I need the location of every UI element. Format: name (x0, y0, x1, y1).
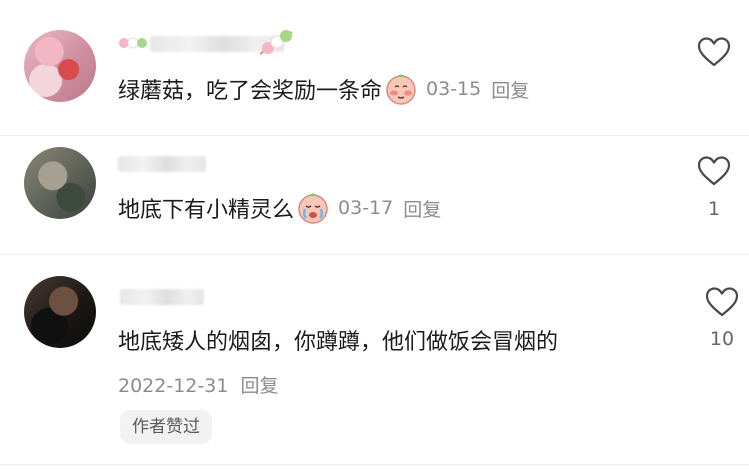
comment-row-1[interactable]: 绿蘑菇，吃了会奖励一条命 03-15 回复 (118, 72, 529, 106)
blushing-face-emoji-icon (386, 74, 416, 105)
comment-row-2[interactable]: 地底下有小精灵么 03-17 回复 (118, 191, 441, 225)
reply-button[interactable]: 回复 (403, 195, 441, 222)
avatar[interactable] (24, 276, 96, 348)
author-liked-badge: 作者赞过 (120, 410, 212, 444)
dango-decoration-icon (119, 37, 147, 49)
comment-text: 绿蘑菇，吃了会奖励一条命 (118, 79, 383, 104)
dango-skewer-icon (259, 30, 293, 55)
divider (0, 464, 749, 465)
like-count: 10 (709, 328, 735, 350)
avatar[interactable] (24, 147, 96, 219)
heart-icon[interactable] (697, 37, 731, 67)
comment-meta: 2022-12-31 回复 (118, 371, 278, 398)
avatar[interactable] (24, 30, 96, 102)
divider (0, 135, 749, 136)
username-blurred[interactable] (118, 156, 206, 172)
divider (0, 254, 749, 255)
crying-face-emoji-icon (298, 193, 328, 224)
comment-date: 03-15 (426, 78, 482, 100)
comment-date: 03-17 (338, 197, 394, 219)
comment-row-3[interactable]: 地底矮人的烟囱，你蹲蹲，他们做饭会冒烟的 (118, 324, 558, 356)
heart-icon[interactable] (705, 287, 739, 317)
comment-text: 地底矮人的烟囱，你蹲蹲，他们做饭会冒烟的 (118, 330, 559, 355)
comment-date: 2022-12-31 (118, 375, 229, 397)
comment-text: 地底下有小精灵么 (118, 198, 295, 223)
username-blurred[interactable] (120, 289, 204, 305)
reply-button[interactable]: 回复 (491, 76, 529, 103)
like-count: 1 (707, 198, 721, 220)
heart-icon[interactable] (697, 156, 731, 186)
reply-button[interactable]: 回复 (240, 375, 278, 397)
